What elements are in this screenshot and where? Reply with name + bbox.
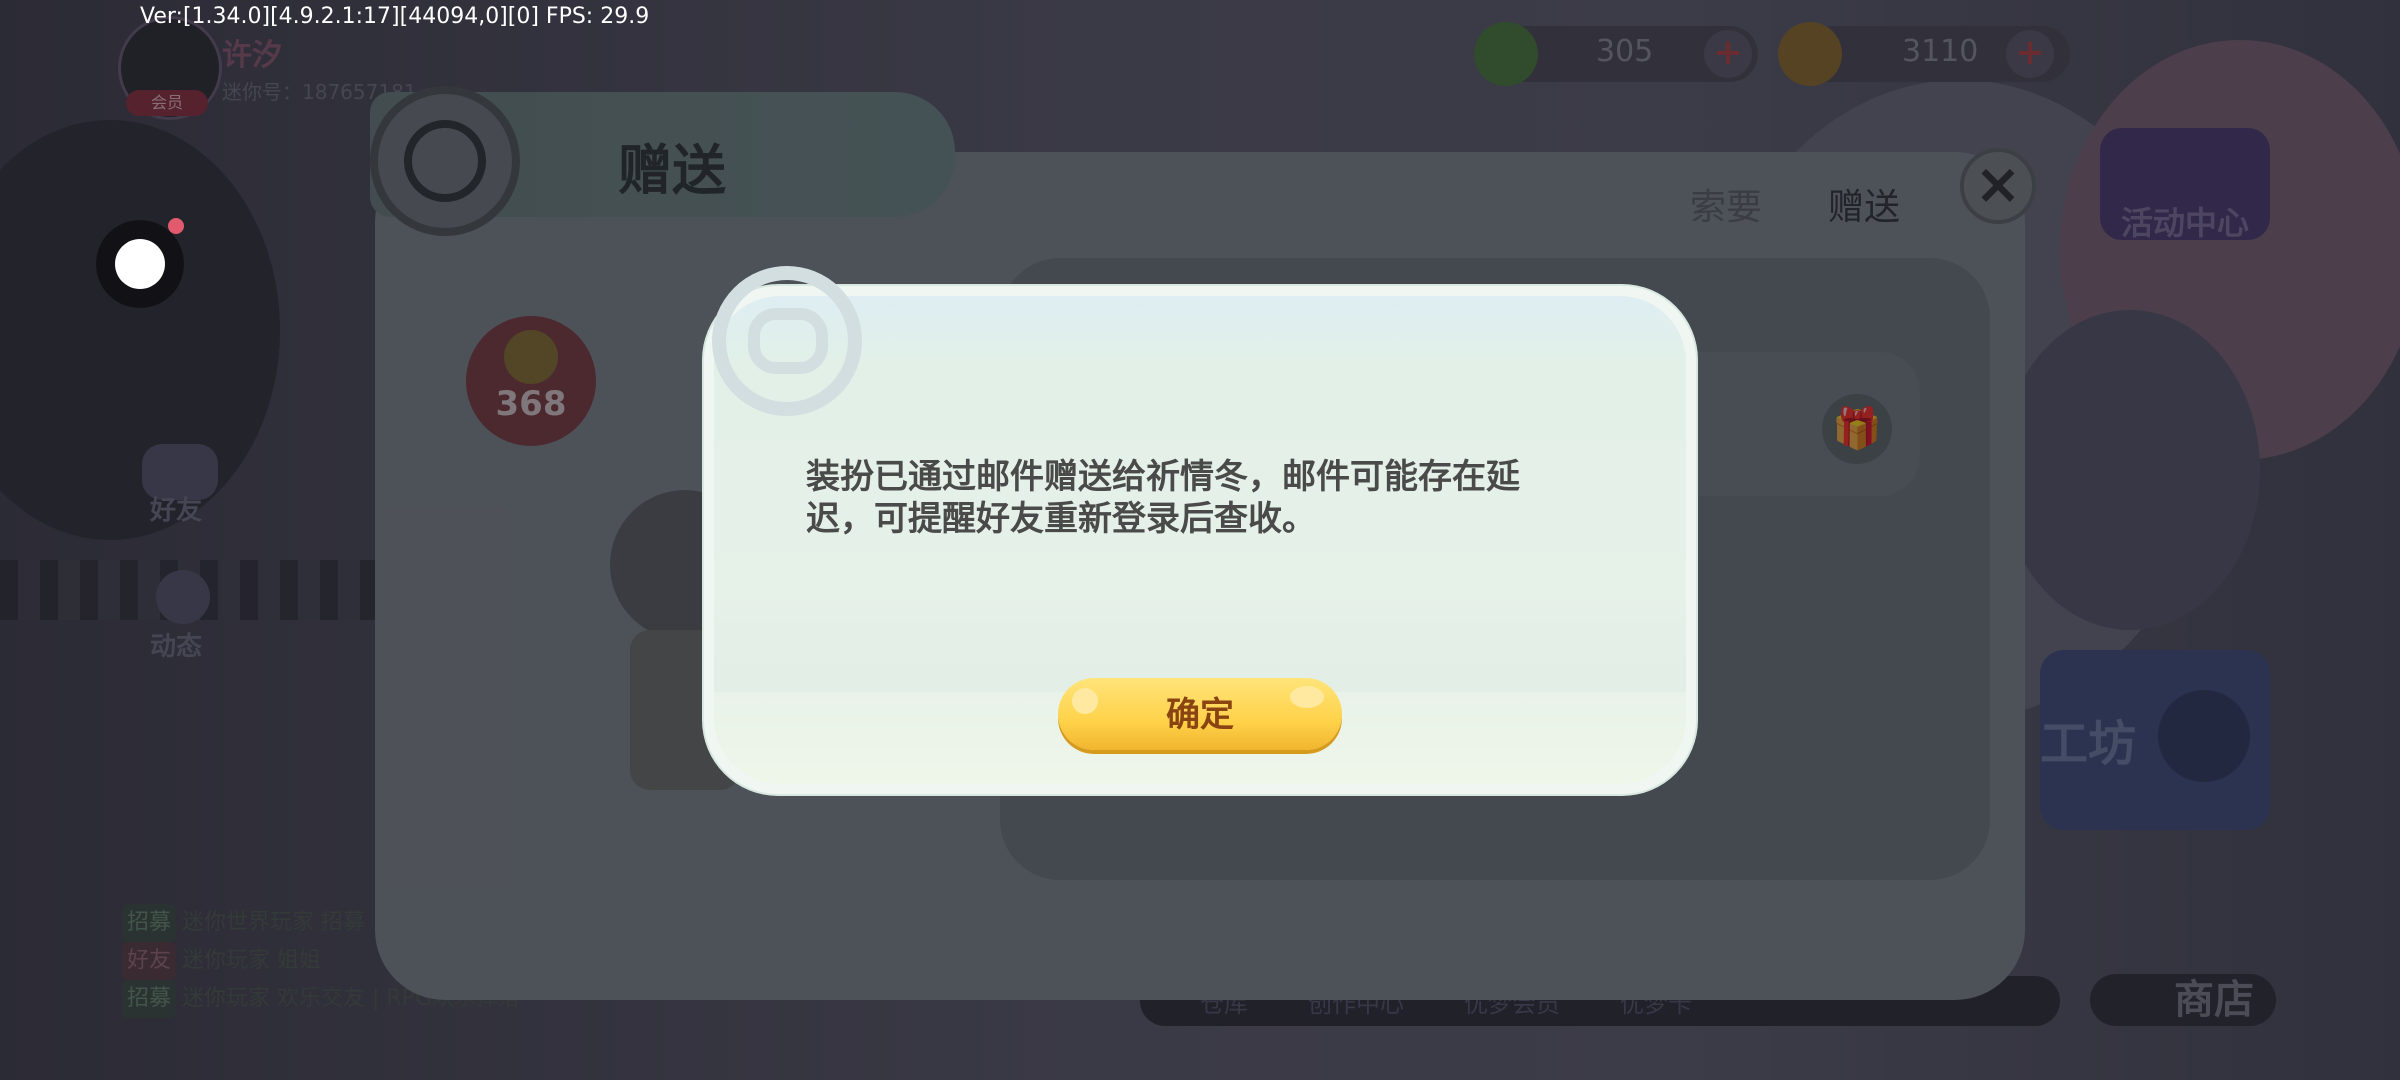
dialog-message: 装扮已通过邮件赠送给祈情冬，邮件可能存在延迟，可提醒好友重新登录后查收。 bbox=[806, 457, 1520, 539]
dialog-mascot-icon bbox=[712, 266, 862, 426]
record-button[interactable] bbox=[96, 220, 184, 308]
button-decor bbox=[1290, 686, 1324, 708]
notification-dot bbox=[168, 218, 184, 234]
mascot-face bbox=[748, 308, 828, 374]
confirm-button-label: 确定 bbox=[1166, 696, 1234, 734]
fps-counter: Ver:[1.34.0][4.9.2.1:17][44094,0][0] FPS… bbox=[140, 4, 650, 29]
confirm-button[interactable]: 确定 bbox=[1058, 678, 1342, 750]
button-decor bbox=[1072, 688, 1098, 714]
